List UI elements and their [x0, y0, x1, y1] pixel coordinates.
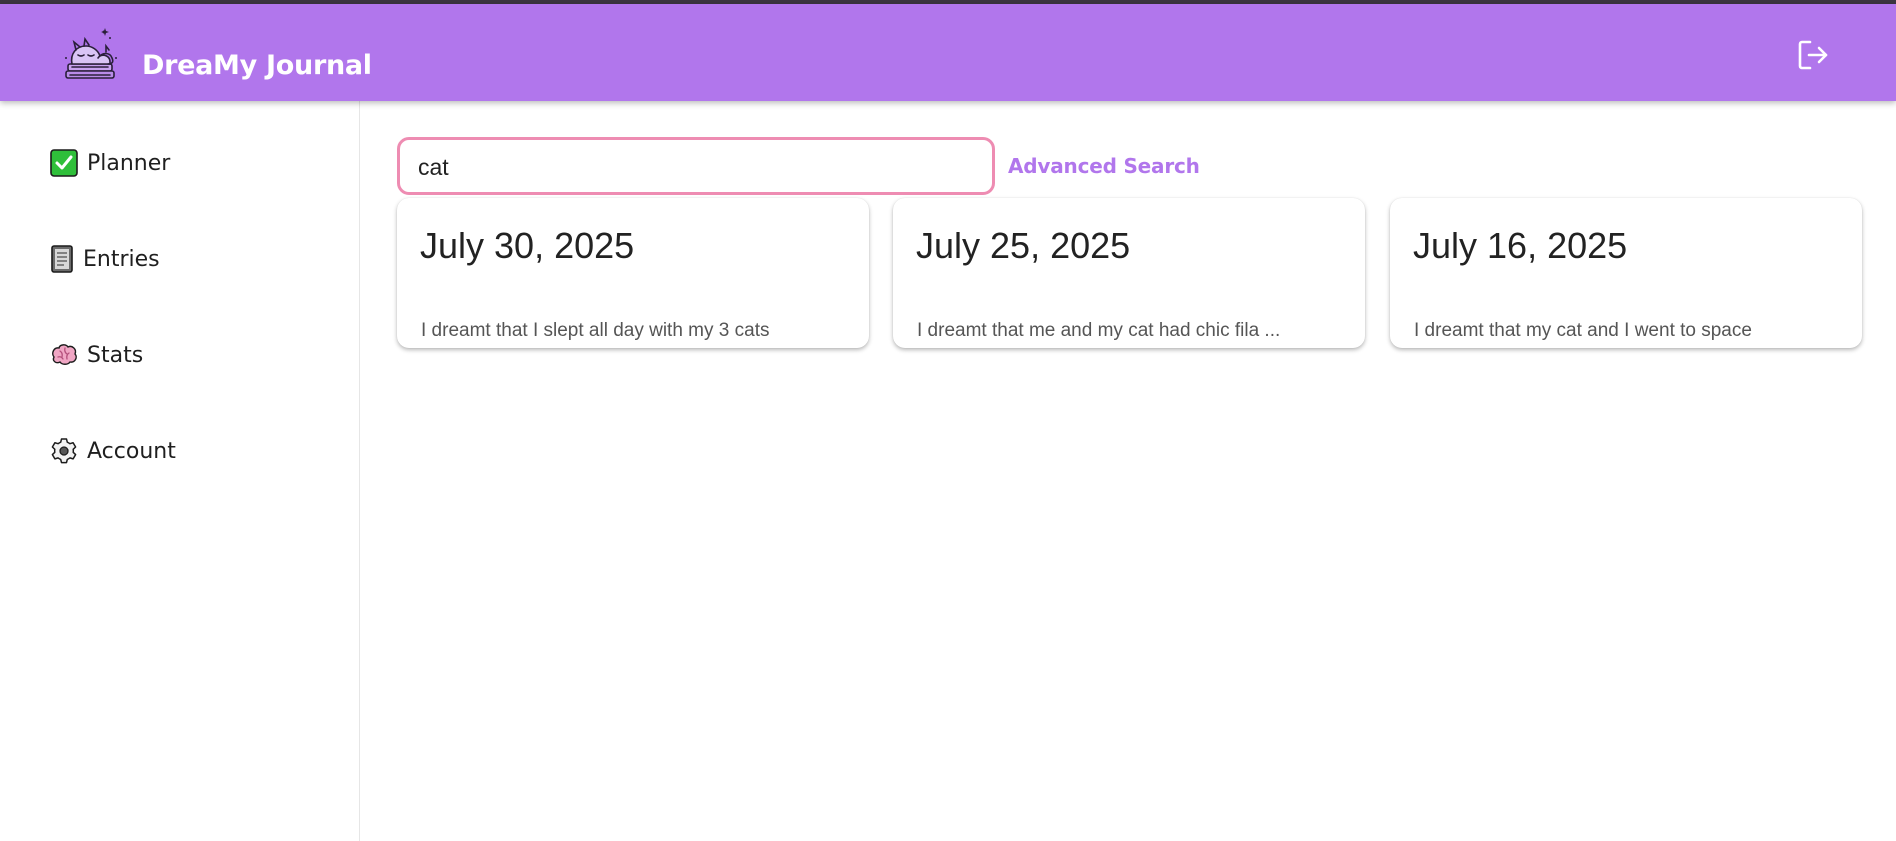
entry-date: July 30, 2025 — [420, 225, 635, 266]
entry-date: July 25, 2025 — [916, 225, 1131, 266]
sidebar-item-label: Entries — [83, 246, 160, 272]
app-header: DreaMy Journal — [0, 4, 1896, 101]
search-box[interactable] — [397, 137, 995, 195]
sidebar: Planner Entries Stats Account — [0, 101, 360, 841]
entry-card[interactable]: July 25, 2025 I dreamt that me and my ca… — [893, 198, 1365, 348]
gear-icon — [50, 437, 78, 465]
search-input[interactable] — [418, 152, 978, 182]
sidebar-item-label: Stats — [87, 342, 144, 368]
entry-date: July 16, 2025 — [1413, 225, 1628, 266]
entry-snippet: I dreamt that me and my cat had chic fil… — [917, 320, 1281, 341]
advanced-search-link[interactable]: Advanced Search — [1008, 154, 1200, 178]
logo-icon — [58, 24, 122, 84]
notebook-icon — [50, 245, 74, 273]
sidebar-item-planner[interactable]: Planner — [50, 143, 310, 183]
sidebar-item-stats[interactable]: Stats — [50, 335, 310, 375]
entry-snippet: I dreamt that I slept all day with my 3 … — [421, 320, 770, 341]
entry-snippet: I dreamt that my cat and I went to space — [1414, 320, 1752, 341]
sidebar-item-entries[interactable]: Entries — [50, 239, 310, 279]
entry-card[interactable]: July 16, 2025 I dreamt that my cat and I… — [1390, 198, 1862, 348]
logout-icon[interactable] — [1796, 38, 1830, 72]
brain-icon — [50, 341, 78, 369]
app-title: DreaMy Journal — [142, 50, 372, 81]
entry-card[interactable]: July 30, 2025 I dreamt that I slept all … — [397, 198, 869, 348]
check-box-icon — [50, 149, 78, 177]
sidebar-item-label: Account — [87, 438, 176, 464]
sidebar-item-label: Planner — [87, 150, 171, 176]
sidebar-item-account[interactable]: Account — [50, 431, 310, 471]
